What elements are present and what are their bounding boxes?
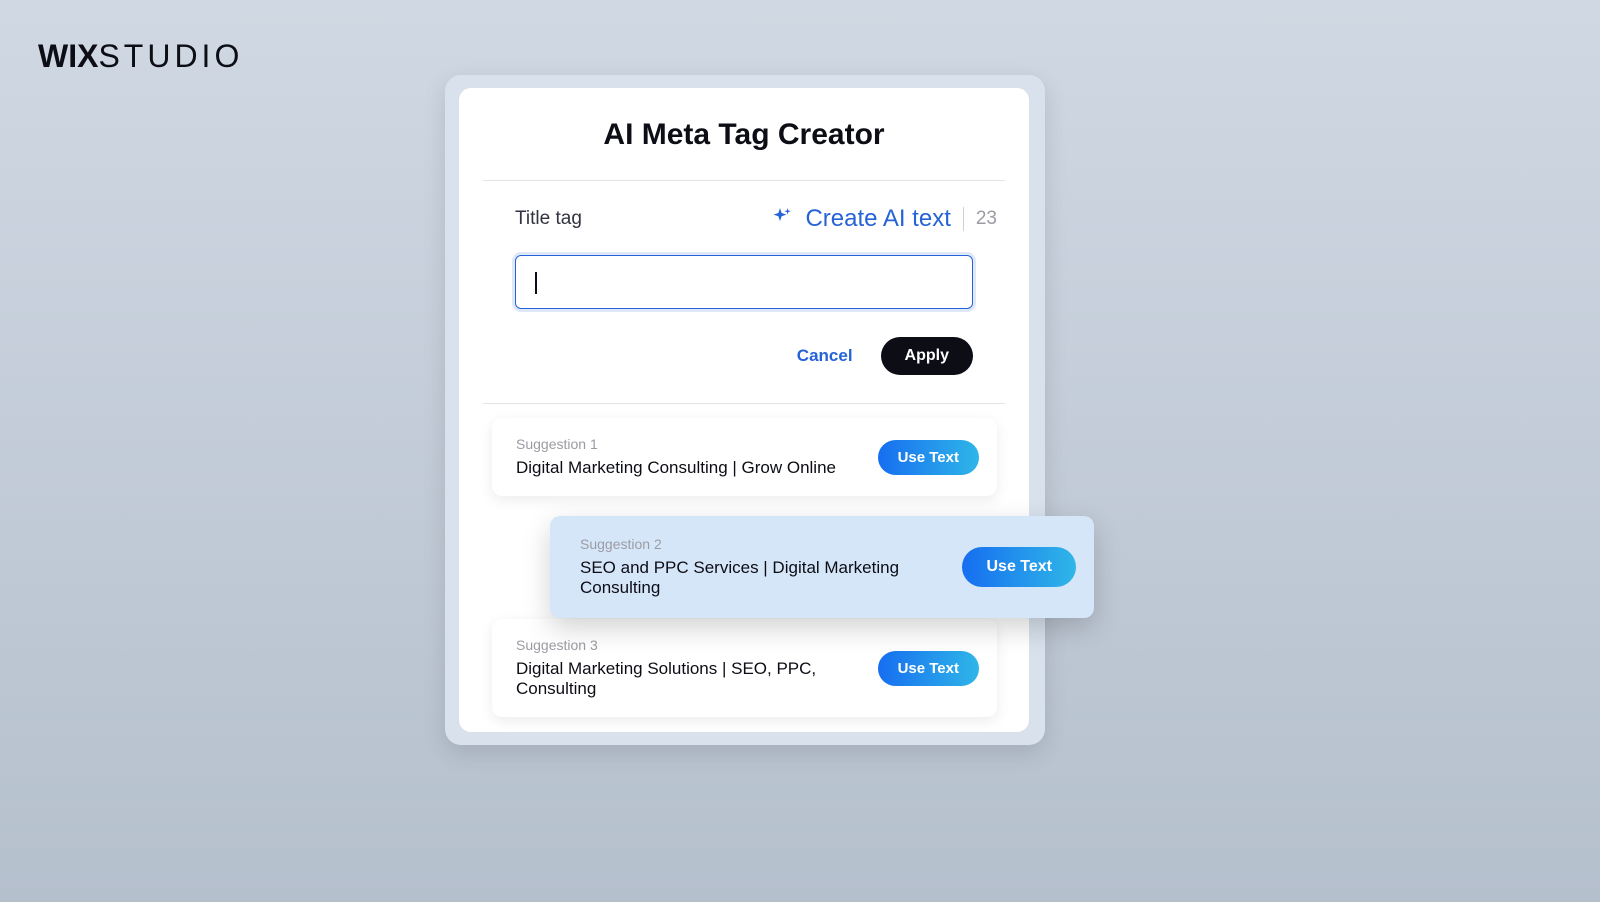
suggestion-label: Suggestion 3 xyxy=(516,637,862,653)
apply-button[interactable]: Apply xyxy=(881,337,973,375)
use-text-button[interactable]: Use Text xyxy=(878,440,979,475)
title-tag-label: Title tag xyxy=(515,208,582,230)
brand-logo-light: STUDIO xyxy=(98,38,243,74)
count-divider xyxy=(963,207,964,231)
suggestion-label: Suggestion 2 xyxy=(580,536,946,552)
use-text-button[interactable]: Use Text xyxy=(962,547,1076,587)
create-ai-button[interactable]: Create AI text 23 xyxy=(767,205,997,233)
brand-logo-bold: WIX xyxy=(38,38,98,74)
suggestion-card-1: Suggestion 1 Digital Marketing Consultin… xyxy=(492,418,997,496)
card-title: AI Meta Tag Creator xyxy=(481,118,1007,152)
actions-row: Cancel Apply xyxy=(481,309,1007,403)
create-ai-label: Create AI text xyxy=(805,205,950,233)
input-wrapper xyxy=(481,233,1007,309)
title-tag-input[interactable] xyxy=(515,255,973,309)
title-tag-row: Title tag Create AI text 23 xyxy=(481,181,1007,233)
suggestion-card-2: Suggestion 2 SEO and PPC Services | Digi… xyxy=(550,516,1094,618)
suggestion-value: Digital Marketing Consulting | Grow Onli… xyxy=(516,458,836,478)
suggestion-text: Suggestion 2 SEO and PPC Services | Digi… xyxy=(580,536,946,598)
brand-logo: WIXSTUDIO xyxy=(38,38,243,75)
suggestion-text: Suggestion 1 Digital Marketing Consultin… xyxy=(516,436,836,478)
sparkle-icon xyxy=(767,206,793,232)
suggestion-text: Suggestion 3 Digital Marketing Solutions… xyxy=(516,637,862,699)
use-text-button[interactable]: Use Text xyxy=(878,651,979,686)
suggestion-label: Suggestion 1 xyxy=(516,436,836,452)
text-cursor xyxy=(535,272,537,294)
cancel-button[interactable]: Cancel xyxy=(797,346,853,366)
divider xyxy=(483,403,1005,404)
suggestion-value: SEO and PPC Services | Digital Marketing… xyxy=(580,558,946,598)
character-count: 23 xyxy=(976,208,997,230)
suggestion-card-3: Suggestion 3 Digital Marketing Solutions… xyxy=(492,619,997,717)
suggestion-value: Digital Marketing Solutions | SEO, PPC, … xyxy=(516,659,862,699)
